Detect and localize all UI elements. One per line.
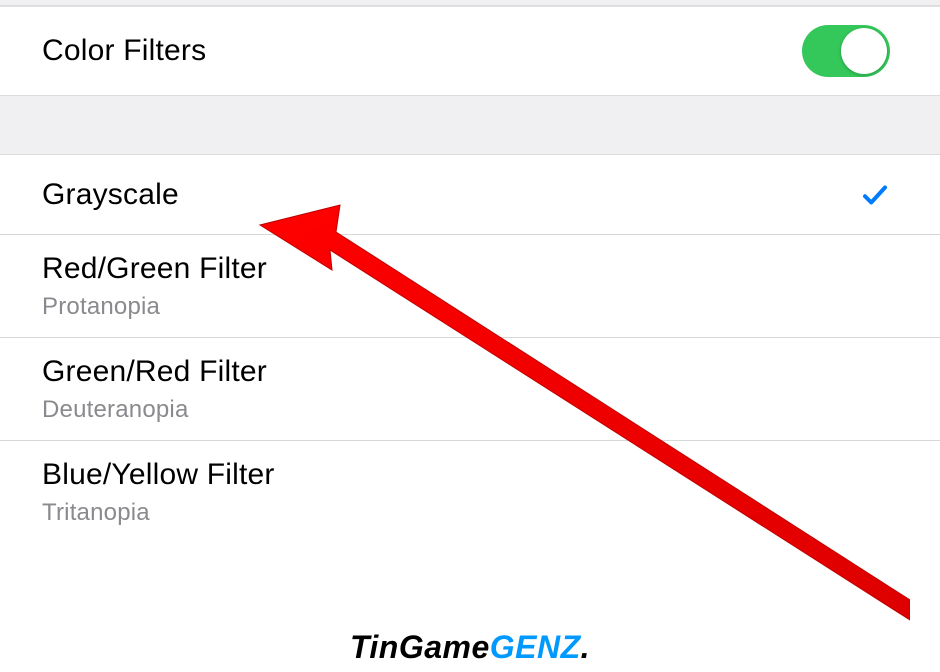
filter-subtitle: Deuteranopia [42,396,267,424]
filter-option-red-green[interactable]: Red/Green Filter Protanopia [0,235,940,338]
toggle-knob [841,28,887,74]
filter-title: Grayscale [42,177,179,213]
watermark-part2: GENZ [490,629,581,665]
filter-option-blue-yellow[interactable]: Blue/Yellow Filter Tritanopia [0,441,940,543]
filter-subtitle: Protanopia [42,293,267,321]
filter-title: Green/Red Filter [42,354,267,390]
filter-option-grayscale[interactable]: Grayscale [0,155,940,235]
settings-list: Color Filters Grayscale Red/Green Filter… [0,0,940,543]
list-row-content: Green/Red Filter Deuteranopia [42,354,267,424]
list-row-content: Red/Green Filter Protanopia [42,251,267,321]
color-filters-toggle[interactable] [802,25,890,77]
filter-title: Blue/Yellow Filter [42,457,275,493]
color-filters-row[interactable]: Color Filters [0,6,940,95]
filter-subtitle: Tritanopia [42,499,275,527]
watermark-part3: . [581,629,590,665]
color-filters-label: Color Filters [42,34,206,68]
watermark-logo: TinGameGENZ. [350,629,590,666]
filter-title: Red/Green Filter [42,251,267,287]
watermark-part1: TinGame [350,629,490,665]
checkmark-icon [860,180,890,210]
list-row-content: Grayscale [42,177,179,213]
filter-option-green-red[interactable]: Green/Red Filter Deuteranopia [0,338,940,441]
list-row-content: Blue/Yellow Filter Tritanopia [42,457,275,527]
section-separator [0,95,940,155]
